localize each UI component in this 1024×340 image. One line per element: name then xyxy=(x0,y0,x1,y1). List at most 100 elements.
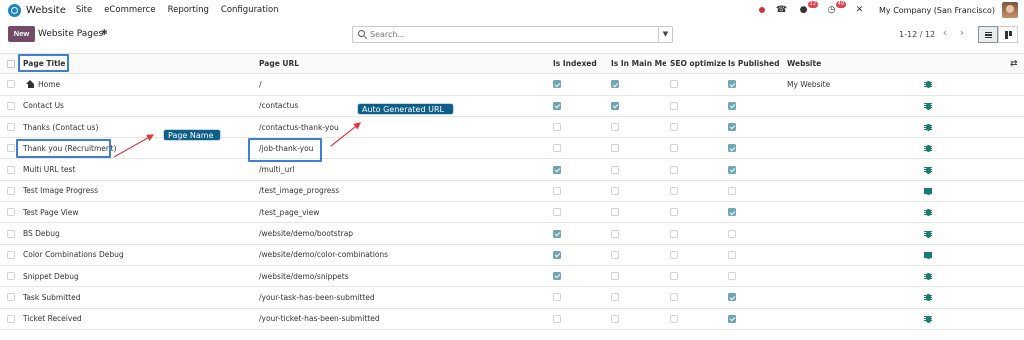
page-title-cell[interactable]: Snippet Debug xyxy=(23,266,253,286)
row-select-checkbox[interactable] xyxy=(7,144,15,153)
website-cell[interactable] xyxy=(787,138,917,158)
bug-icon[interactable] xyxy=(924,229,932,238)
is-published-checkbox[interactable] xyxy=(728,80,736,89)
bug-icon[interactable] xyxy=(924,272,932,281)
is-in-main-menu-checkbox[interactable] xyxy=(611,208,619,217)
row-select-checkbox[interactable] xyxy=(7,80,15,89)
row-select-checkbox[interactable] xyxy=(7,165,15,174)
page-title-cell[interactable]: Test Page View xyxy=(23,202,253,222)
select-all-checkbox[interactable] xyxy=(7,59,15,68)
seo-optimized-checkbox[interactable] xyxy=(670,101,678,110)
activity-clock-icon[interactable]: ◷ 49 xyxy=(825,1,847,16)
is-published-checkbox[interactable] xyxy=(728,229,736,238)
table-row[interactable]: Color Combinations Debug/website/demo/co… xyxy=(0,245,1024,266)
is-indexed-checkbox[interactable] xyxy=(553,314,561,323)
new-button[interactable]: New xyxy=(8,26,35,42)
row-select-checkbox[interactable] xyxy=(7,314,15,323)
is-indexed-checkbox[interactable] xyxy=(553,229,561,238)
page-url-cell[interactable]: / xyxy=(259,74,549,94)
bug-icon[interactable] xyxy=(924,165,932,174)
pager-previous-icon[interactable]: ‹ xyxy=(938,27,952,41)
app-brand[interactable]: Website xyxy=(8,3,66,17)
is-published-checkbox[interactable] xyxy=(728,293,736,302)
website-cell[interactable]: My Website xyxy=(787,74,917,94)
header-website[interactable]: Website xyxy=(787,54,917,73)
table-row[interactable]: BS Debug/website/demo/bootstrap xyxy=(0,223,1024,245)
seo-optimized-checkbox[interactable] xyxy=(670,208,678,217)
website-cell[interactable] xyxy=(787,245,917,265)
table-row[interactable]: Test Image Progress/test_image_progress xyxy=(0,181,1024,203)
page-url-cell[interactable]: /multi_url xyxy=(259,159,549,179)
menu-site[interactable]: Site xyxy=(76,5,92,15)
bug-icon[interactable] xyxy=(924,208,932,217)
header-is-published[interactable]: Is Published xyxy=(728,54,784,73)
page-url-cell[interactable]: /website/demo/color-combinations xyxy=(259,245,549,265)
is-published-checkbox[interactable] xyxy=(728,101,736,110)
company-switcher[interactable]: My Company (San Francisco) xyxy=(879,6,995,15)
is-published-checkbox[interactable] xyxy=(728,144,736,153)
row-select-checkbox[interactable] xyxy=(7,123,15,132)
row-select-checkbox[interactable] xyxy=(7,101,15,110)
is-indexed-checkbox[interactable] xyxy=(553,186,561,195)
is-published-checkbox[interactable] xyxy=(728,165,736,174)
row-select-checkbox[interactable] xyxy=(7,250,15,259)
gear-icon[interactable]: ✱ xyxy=(101,28,108,37)
website-cell[interactable] xyxy=(787,181,917,201)
seo-optimized-checkbox[interactable] xyxy=(670,229,678,238)
table-row[interactable]: Ticket Received/your-ticket-has-been-sub… xyxy=(0,309,1024,330)
phone-icon[interactable]: ☎ xyxy=(775,4,788,16)
seo-optimized-checkbox[interactable] xyxy=(670,80,678,89)
menu-reporting[interactable]: Reporting xyxy=(168,5,209,15)
page-title-cell[interactable]: Ticket Received xyxy=(23,309,253,329)
is-published-checkbox[interactable] xyxy=(728,186,736,195)
list-view-button[interactable] xyxy=(978,26,998,43)
page-url-cell[interactable]: /your-task-has-been-submitted xyxy=(259,287,549,307)
is-in-main-menu-checkbox[interactable] xyxy=(611,80,619,89)
page-title-cell[interactable]: BS Debug xyxy=(23,223,253,243)
page-url-cell[interactable]: /your-ticket-has-been-submitted xyxy=(259,309,549,329)
is-published-checkbox[interactable] xyxy=(728,250,736,259)
is-in-main-menu-checkbox[interactable] xyxy=(611,250,619,259)
is-indexed-checkbox[interactable] xyxy=(553,80,561,89)
is-indexed-checkbox[interactable] xyxy=(553,123,561,132)
is-in-main-menu-checkbox[interactable] xyxy=(611,123,619,132)
table-row[interactable]: Task Submitted/your-task-has-been-submit… xyxy=(0,287,1024,309)
is-indexed-checkbox[interactable] xyxy=(553,144,561,153)
website-cell[interactable] xyxy=(787,266,917,286)
page-url-cell[interactable]: /website/demo/bootstrap xyxy=(259,223,549,243)
header-page-url[interactable]: Page URL xyxy=(259,54,549,73)
table-row[interactable]: Snippet Debug/website/demo/snippets xyxy=(0,266,1024,288)
pager-next-icon[interactable]: › xyxy=(955,27,969,41)
row-select-checkbox[interactable] xyxy=(7,272,15,281)
record-dot-icon[interactable] xyxy=(759,7,766,13)
bug-icon[interactable] xyxy=(924,293,932,302)
menu-ecommerce[interactable]: eCommerce xyxy=(104,5,155,15)
website-cell[interactable] xyxy=(787,117,917,137)
search-input[interactable] xyxy=(370,29,650,40)
page-url-cell[interactable]: /test_image_progress xyxy=(259,181,549,201)
is-in-main-menu-checkbox[interactable] xyxy=(611,229,619,238)
website-cell[interactable] xyxy=(787,159,917,179)
seo-optimized-checkbox[interactable] xyxy=(670,293,678,302)
is-in-main-menu-checkbox[interactable] xyxy=(611,144,619,153)
table-row[interactable]: Multi URL test/multi_url xyxy=(0,159,1024,181)
seo-optimized-checkbox[interactable] xyxy=(670,123,678,132)
is-published-checkbox[interactable] xyxy=(728,272,736,281)
is-in-main-menu-checkbox[interactable] xyxy=(611,165,619,174)
header-is-in-main-menu[interactable]: Is In Main Me... xyxy=(611,54,666,73)
website-cell[interactable] xyxy=(787,309,917,329)
table-row[interactable]: Contact Us/contactus xyxy=(0,96,1024,117)
bug-icon[interactable] xyxy=(924,80,932,89)
table-row[interactable]: Thanks (Contact us) /contactus-thank-you xyxy=(0,117,1024,139)
is-indexed-checkbox[interactable] xyxy=(553,293,561,302)
is-in-main-menu-checkbox[interactable] xyxy=(611,272,619,281)
bug-icon[interactable] xyxy=(924,314,932,323)
optional-columns-icon[interactable]: ⇄ xyxy=(1010,59,1018,69)
row-select-checkbox[interactable] xyxy=(7,293,15,302)
seo-optimized-checkbox[interactable] xyxy=(670,272,678,281)
website-cell[interactable] xyxy=(787,96,917,116)
user-avatar[interactable] xyxy=(1002,2,1018,18)
header-seo-optimized[interactable]: SEO optimized xyxy=(670,54,726,73)
table-row[interactable]: Home / My Website xyxy=(0,74,1024,96)
is-in-main-menu-checkbox[interactable] xyxy=(611,293,619,302)
